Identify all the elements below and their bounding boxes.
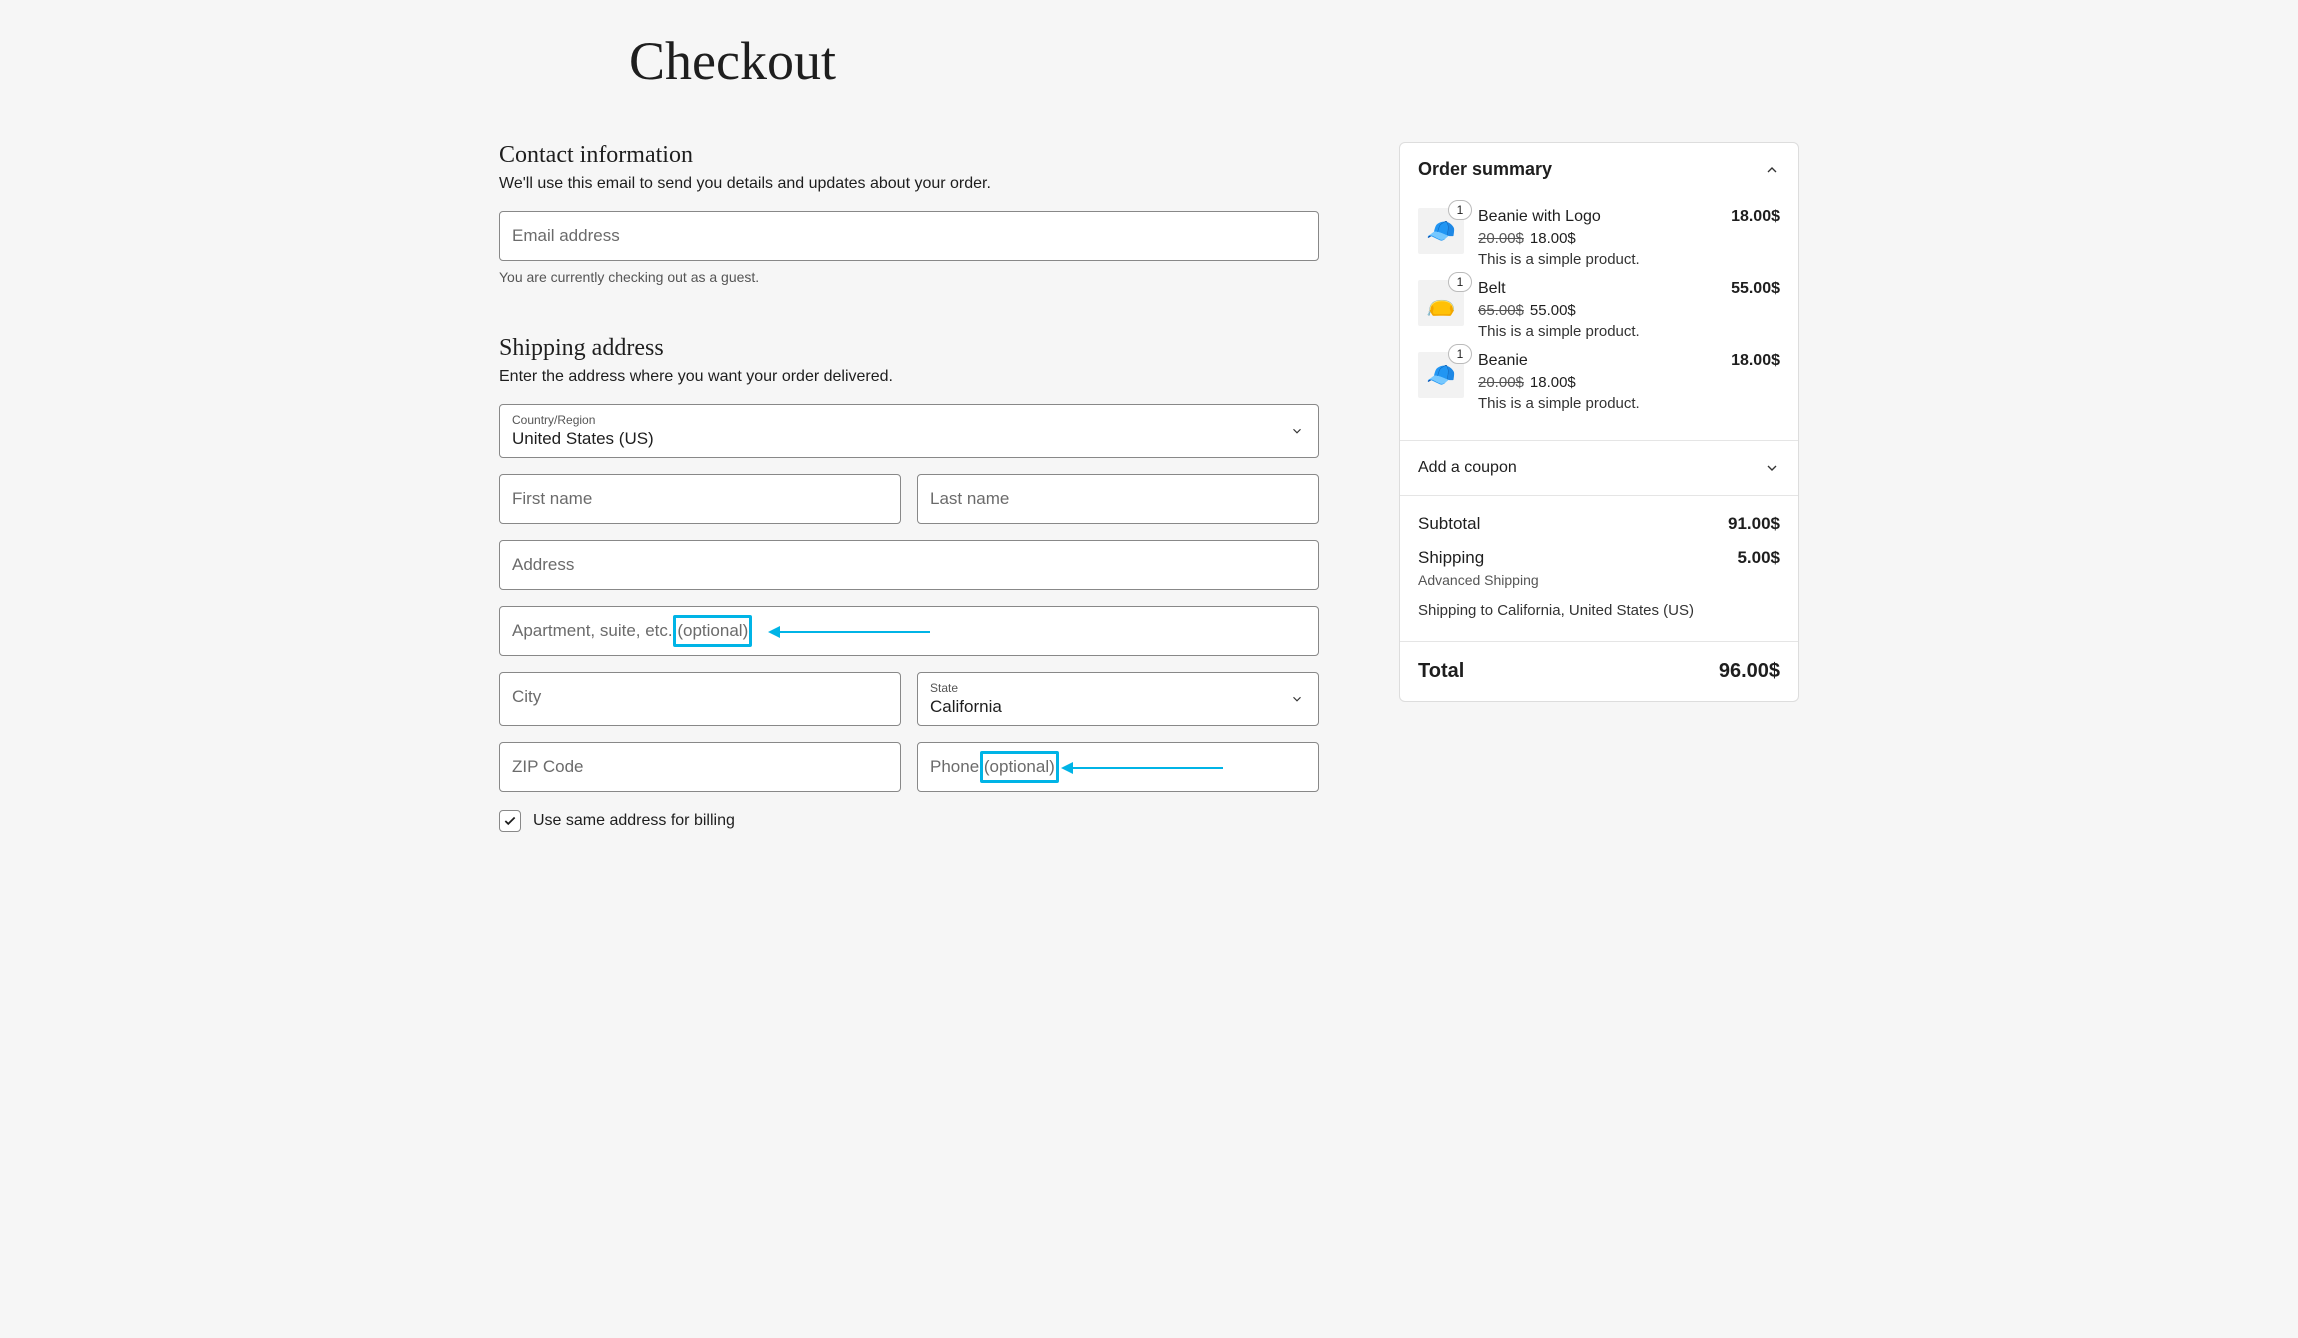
item-prices: 65.00$55.00$ <box>1478 302 1717 319</box>
shipping-label: Shipping <box>1418 548 1484 568</box>
item-prices: 20.00$18.00$ <box>1478 374 1717 391</box>
country-value: United States (US) <box>512 429 654 448</box>
contact-heading: Contact information <box>499 142 1319 169</box>
check-icon <box>503 814 517 828</box>
item-total: 55.00$ <box>1731 280 1780 340</box>
email-field[interactable]: Email address <box>499 211 1319 261</box>
item-name: Belt <box>1478 280 1717 298</box>
item-thumb: 🧢1 <box>1418 208 1464 254</box>
item-thumb: 🧢1 <box>1418 352 1464 398</box>
annotation-arrow <box>1063 767 1223 769</box>
item-qty-badge: 1 <box>1448 272 1472 292</box>
item-total: 18.00$ <box>1731 352 1780 412</box>
page-title: Checkout <box>629 30 1799 92</box>
item-desc: This is a simple product. <box>1478 323 1717 340</box>
email-placeholder: Email address <box>512 226 620 245</box>
item-desc: This is a simple product. <box>1478 395 1717 412</box>
order-item: 🧢1 Beanie with Logo 20.00$18.00$ This is a … <box>1418 208 1780 268</box>
add-coupon-label: Add a coupon <box>1418 459 1517 477</box>
item-qty-badge: 1 <box>1448 344 1472 364</box>
shipping-sub: Enter the address where you want your or… <box>499 368 1319 386</box>
add-coupon-toggle[interactable]: Add a coupon <box>1400 441 1798 495</box>
item-total: 18.00$ <box>1731 208 1780 268</box>
subtotal-value: 91.00$ <box>1728 514 1780 534</box>
zip-field[interactable]: ZIP Code <box>499 742 901 792</box>
item-desc: This is a simple product. <box>1478 251 1717 268</box>
shipping-heading: Shipping address <box>499 335 1319 362</box>
same-billing-label: Use same address for billing <box>533 812 735 830</box>
last-name-field[interactable]: Last name <box>917 474 1319 524</box>
city-field[interactable]: City <box>499 672 901 726</box>
contact-sub: We'll use this email to send you details… <box>499 175 1319 193</box>
state-select[interactable]: State California <box>917 672 1319 726</box>
apartment-field[interactable]: Apartment, suite, etc. (optional) <box>499 606 1319 656</box>
order-item: 🧢1 Beanie 20.00$18.00$ This is a simple pro… <box>1418 352 1780 412</box>
shipping-value: 5.00$ <box>1737 548 1780 568</box>
total-value: 96.00$ <box>1719 660 1780 683</box>
order-item: 👝1 Belt 65.00$55.00$ This is a simple produ… <box>1418 280 1780 340</box>
country-select[interactable]: Country/Region United States (US) <box>499 404 1319 458</box>
item-prices: 20.00$18.00$ <box>1478 230 1717 247</box>
checkout-form: Contact information We'll use this email… <box>499 142 1319 832</box>
first-name-field[interactable]: First name <box>499 474 901 524</box>
subtotal-label: Subtotal <box>1418 514 1480 534</box>
chevron-down-icon <box>1764 460 1780 476</box>
phone-field[interactable]: Phone (optional) <box>917 742 1319 792</box>
item-thumb: 👝1 <box>1418 280 1464 326</box>
order-heading: Order summary <box>1418 159 1552 180</box>
address-field[interactable]: Address <box>499 540 1319 590</box>
same-billing-checkbox[interactable] <box>499 810 521 832</box>
item-name: Beanie <box>1478 352 1717 370</box>
annotation-arrow <box>770 631 930 633</box>
guest-note: You are currently checking out as a gues… <box>499 269 1319 285</box>
total-label: Total <box>1418 660 1464 683</box>
shipping-method: Advanced Shipping <box>1418 572 1780 588</box>
order-summary-toggle[interactable]: Order summary <box>1400 143 1798 188</box>
country-label: Country/Region <box>512 413 1306 427</box>
item-name: Beanie with Logo <box>1478 208 1717 226</box>
shipping-destination: Shipping to California, United States (U… <box>1418 602 1780 619</box>
chevron-up-icon <box>1764 162 1780 178</box>
order-summary: Order summary 🧢1 Beanie with Logo 20.00$18… <box>1399 142 1799 702</box>
item-qty-badge: 1 <box>1448 200 1472 220</box>
